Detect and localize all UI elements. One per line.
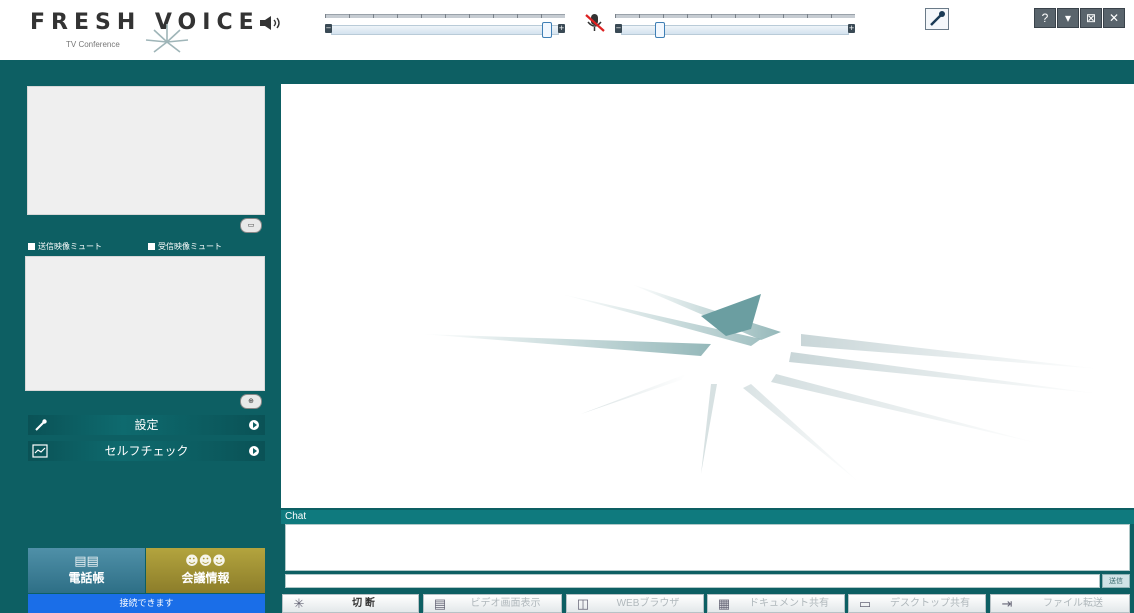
mic-volume-thumb[interactable]	[655, 22, 666, 38]
phonebook-label: 電話帳	[68, 571, 105, 585]
menu-self-check[interactable]: セルフチェック	[28, 441, 265, 461]
video-screen-icon: ▤	[433, 596, 447, 611]
receive-video-mute-checkbox[interactable]: 受信映像ミュート	[148, 241, 222, 252]
meeting-info-button[interactable]: ☻☻☻ 会議情報	[146, 548, 265, 593]
slider-track	[331, 25, 559, 35]
send-video-mute-checkbox[interactable]: 送信映像ミュート	[28, 241, 102, 252]
watermark-logo-icon	[421, 284, 1101, 484]
help-button[interactable]: ?	[1034, 8, 1056, 28]
video-expand-button[interactable]: ⊕	[240, 394, 262, 409]
microphone-muted-icon[interactable]	[582, 12, 608, 34]
file-transfer-button[interactable]: ⇥ ファイル転送	[990, 594, 1130, 613]
web-browser-button[interactable]: ◫ WEBブラウザ	[566, 594, 704, 613]
document-share-button[interactable]: ▦ ドキュメント共有	[707, 594, 845, 613]
web-browser-icon: ◫	[576, 596, 590, 611]
speaker-volume-icon[interactable]	[258, 14, 284, 32]
file-transfer-icon: ⇥	[1001, 596, 1013, 611]
checkbox-icon	[28, 243, 35, 250]
send-video-mute-label: 送信映像ミュート	[38, 242, 102, 251]
menu-settings[interactable]: 設定	[28, 415, 265, 435]
logo-burst-icon	[145, 24, 189, 53]
phonebook-button[interactable]: ▤▤ 電話帳	[28, 548, 145, 593]
wrench-icon[interactable]	[925, 8, 949, 30]
frame-top-bar	[0, 60, 1134, 84]
receive-video-mute-label: 受信映像ミュート	[158, 242, 222, 251]
phonebook-icon: ▤▤	[74, 554, 99, 569]
desktop-share-label: デスクトップ共有	[890, 598, 970, 609]
chat-input[interactable]	[285, 574, 1100, 588]
checkbox-icon	[148, 243, 155, 250]
slider-min-icon: −	[325, 24, 332, 33]
chevron-right-icon	[249, 420, 259, 430]
mic-volume-slider[interactable]: − +	[615, 12, 855, 40]
slider-max-icon: +	[558, 24, 565, 33]
video-screen-button[interactable]: ▤ ビデオ画面表示	[423, 594, 562, 613]
chat-log[interactable]	[285, 524, 1130, 571]
slider-ticks	[325, 14, 565, 18]
desktop-share-button[interactable]: ▭ デスクトップ共有	[848, 594, 986, 613]
chat-send-button[interactable]: 送信	[1102, 574, 1130, 588]
meeting-info-label: 会議情報	[181, 571, 230, 585]
dropdown-button[interactable]: ▾	[1057, 8, 1079, 28]
slider-min-icon: −	[615, 24, 622, 33]
close-button[interactable]: ✕	[1103, 8, 1125, 28]
slider-max-icon: +	[848, 24, 855, 33]
app-logo-subtitle: TV Conference	[66, 40, 120, 49]
speaker-volume-slider[interactable]: − +	[325, 12, 565, 40]
disconnect-button[interactable]: ✳ 切 断	[282, 594, 419, 613]
remote-video-preview	[25, 256, 265, 391]
document-share-icon: ▦	[717, 596, 731, 611]
chevron-right-icon	[249, 446, 259, 456]
menu-self-check-label: セルフチェック	[104, 444, 189, 458]
minimize-button[interactable]: ⊠	[1080, 8, 1102, 28]
slider-ticks	[615, 14, 855, 18]
speaker-volume-thumb[interactable]	[542, 22, 553, 38]
video-screen-label: ビデオ画面表示	[470, 598, 541, 609]
desktop-share-icon: ▭	[858, 596, 872, 611]
disconnect-label: 切 断	[352, 598, 375, 609]
file-transfer-label: ファイル転送	[1043, 598, 1103, 609]
meeting-people-icon: ☻☻☻	[185, 554, 226, 569]
web-browser-label: WEBブラウザ	[616, 598, 680, 609]
self-video-preview	[27, 86, 265, 215]
chat-header: Chat	[281, 510, 1134, 524]
main-video-area	[281, 84, 1134, 508]
document-share-label: ドキュメント共有	[749, 598, 829, 609]
disconnect-icon: ✳	[293, 596, 305, 611]
connection-status: 接続できます	[28, 594, 265, 613]
video-toggle-button[interactable]: ▭	[240, 218, 262, 233]
menu-settings-label: 設定	[134, 418, 159, 432]
